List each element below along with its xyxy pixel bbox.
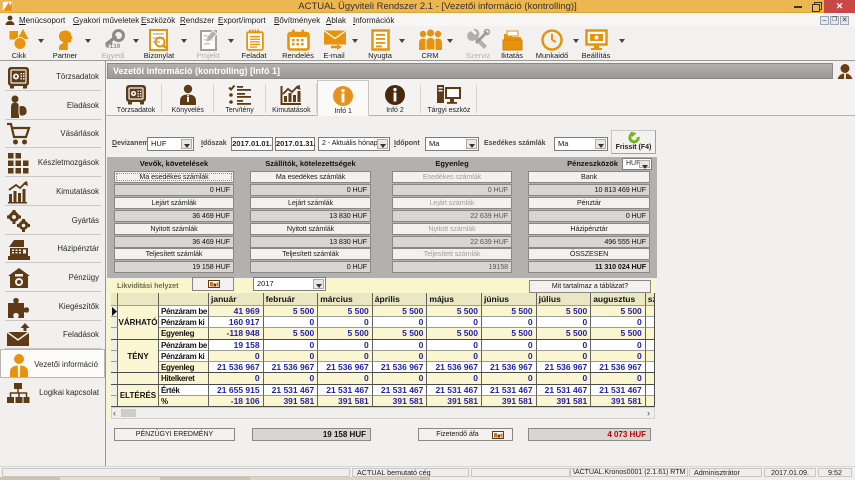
svg-text:0110: 0110 — [106, 43, 121, 50]
